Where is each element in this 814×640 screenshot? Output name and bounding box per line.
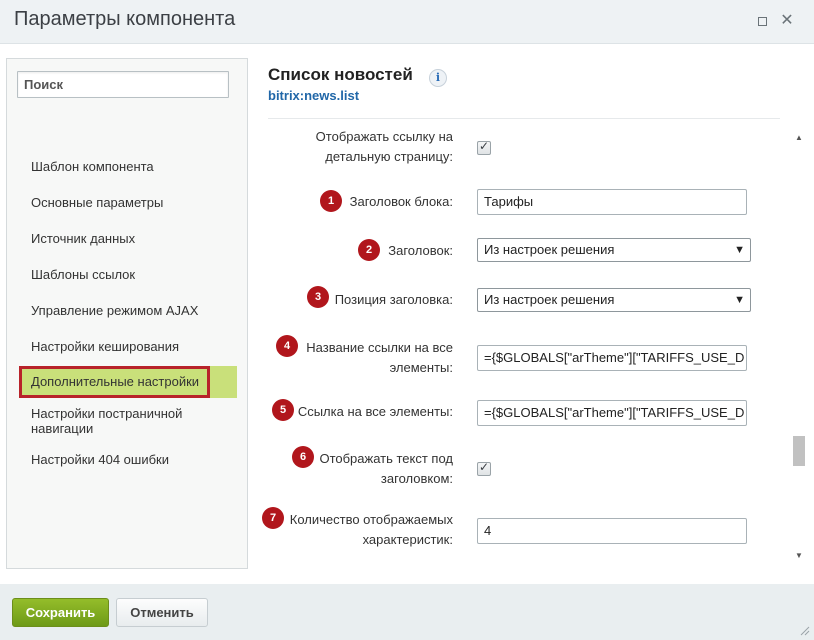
block-title-label: Заголовок блока:	[349, 194, 453, 209]
label-line: детальную страницу:	[325, 149, 453, 164]
divider	[268, 118, 780, 119]
label-line: Отображать текст под	[319, 451, 453, 466]
label-line: Отображать ссылку на	[315, 129, 453, 144]
all-link-name-input[interactable]: ={$GLOBALS["arTheme"]["TARIFFS_USE_D	[477, 345, 747, 371]
sidebar-item-data-source[interactable]: Источник данных	[7, 231, 247, 246]
info-icon[interactable]: i	[429, 69, 447, 87]
window-titlebar: Параметры компонента ✕	[0, 0, 814, 44]
show-text-label: Отображать текст под заголовком:	[300, 449, 453, 489]
scrollbar-thumb[interactable]	[793, 436, 805, 466]
label-line: элементы:	[389, 360, 453, 375]
scrollbar[interactable]: ▲ ▼	[790, 130, 808, 563]
props-count-label: Количество отображаемых характеристик:	[283, 510, 453, 550]
block-title-input[interactable]: Тарифы	[477, 189, 747, 215]
sidebar: Шаблон компонента Основные параметры Ист…	[6, 58, 248, 569]
cancel-button[interactable]: Отменить	[116, 598, 208, 627]
sidebar-item-main-params[interactable]: Основные параметры	[7, 195, 247, 210]
label-line: характеристик:	[362, 532, 453, 547]
chevron-down-icon: ▼	[734, 294, 745, 306]
label-line: Количество отображаемых	[289, 512, 453, 527]
sidebar-item-404-settings[interactable]: Настройки 404 ошибки	[7, 452, 247, 467]
heading-select-value: Из настроек решения	[484, 242, 615, 257]
window-title: Параметры компонента	[14, 8, 236, 30]
label-line: Название ссылки на все	[306, 340, 453, 355]
sidebar-item-component-template[interactable]: Шаблон компонента	[7, 159, 247, 174]
save-button[interactable]: Сохранить	[12, 598, 109, 627]
detail-link-checkbox[interactable]	[477, 139, 491, 155]
number-badge: 5	[272, 399, 294, 421]
all-link-input[interactable]: ={$GLOBALS["arTheme"]["TARIFFS_USE_D	[477, 400, 747, 426]
search-input[interactable]	[17, 71, 229, 98]
dialog-content: Шаблон компонента Основные параметры Ист…	[0, 44, 814, 584]
sidebar-item-additional-settings[interactable]: Дополнительные настройки	[19, 366, 237, 398]
all-link-label: Ссылка на все элементы:	[297, 404, 453, 419]
scroll-up-icon[interactable]: ▲	[795, 133, 803, 142]
sidebar-item-ajax-mode[interactable]: Управление режимом AJAX	[7, 303, 247, 318]
close-icon[interactable]: ✕	[778, 12, 796, 30]
field-label: Отображать ссылку на детальную страницу:	[300, 127, 453, 167]
scroll-down-icon[interactable]: ▼	[795, 551, 803, 560]
resize-grip-icon[interactable]	[798, 624, 810, 636]
sidebar-item-caching[interactable]: Настройки кеширования	[7, 339, 247, 354]
heading-position-label: Позиция заголовка:	[334, 292, 453, 307]
all-link-name-label: Название ссылки на все элементы:	[290, 338, 453, 378]
sidebar-item-label: Дополнительные настройки	[19, 366, 210, 398]
chevron-down-icon: ▼	[734, 244, 745, 256]
page-title: Список новостей	[268, 65, 413, 84]
dialog-footer: Сохранить Отменить	[0, 584, 814, 640]
props-count-input[interactable]: 4	[477, 518, 747, 544]
heading-select[interactable]: Из настроек решения ▼	[477, 238, 751, 262]
heading-position-select[interactable]: Из настроек решения ▼	[477, 288, 751, 312]
sidebar-item-link-templates[interactable]: Шаблоны ссылок	[7, 267, 247, 282]
sidebar-item-pagination[interactable]: Настройки постраничной навигации	[7, 406, 207, 436]
component-code: bitrix:news.list	[268, 88, 360, 103]
heading-position-select-value: Из настроек решения	[484, 292, 615, 307]
heading-label: Заголовок:	[388, 243, 453, 258]
show-text-checkbox[interactable]	[477, 460, 491, 476]
maximize-icon[interactable]	[753, 12, 771, 30]
label-line: заголовком:	[380, 471, 453, 486]
number-badge: 7	[262, 507, 284, 529]
